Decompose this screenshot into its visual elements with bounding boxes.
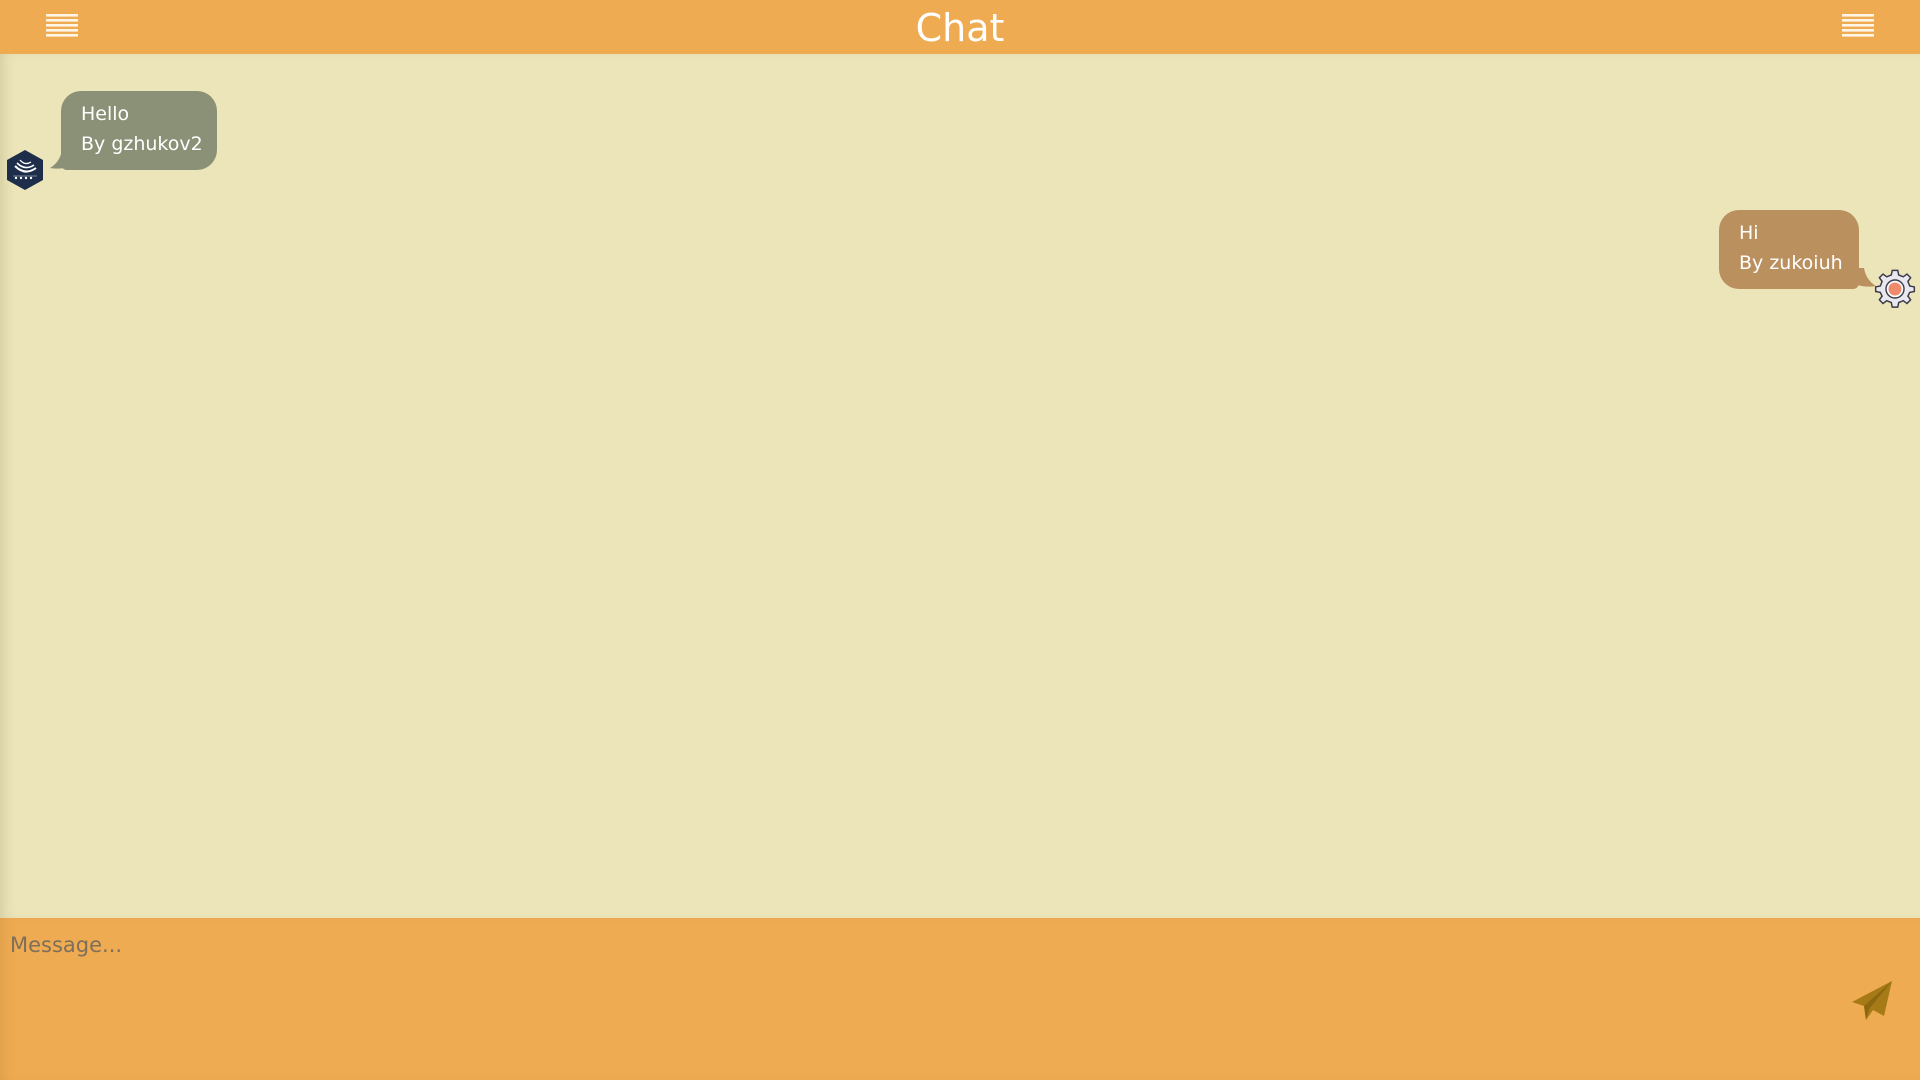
message-author: By gzhukov2 [81, 133, 203, 155]
jquery-logo-icon [7, 150, 43, 190]
chat-app: Chat Hello By gzhukov2 Hi By zukoiuh Mes… [0, 0, 1920, 1080]
message-text: Hello [81, 103, 130, 125]
paper-plane-icon [1852, 981, 1892, 1020]
send-button[interactable] [1850, 978, 1894, 1022]
message-composer [0, 918, 1920, 1080]
message-bubble-incoming: Hello By gzhukov2 [61, 91, 217, 170]
message-author: By zukoiuh [1739, 252, 1843, 274]
message-list [0, 54, 1920, 918]
header-bar: Chat [0, 0, 1920, 54]
hamburger-menu-icon [1842, 14, 1874, 37]
message-bubble-outgoing: Hi By zukoiuh [1719, 210, 1859, 289]
right-menu-button[interactable] [1842, 13, 1874, 37]
gear-icon [1874, 269, 1916, 308]
message-text: Hi [1739, 222, 1759, 244]
page-title: Chat [915, 6, 1005, 50]
message-input[interactable] [0, 918, 1800, 1080]
